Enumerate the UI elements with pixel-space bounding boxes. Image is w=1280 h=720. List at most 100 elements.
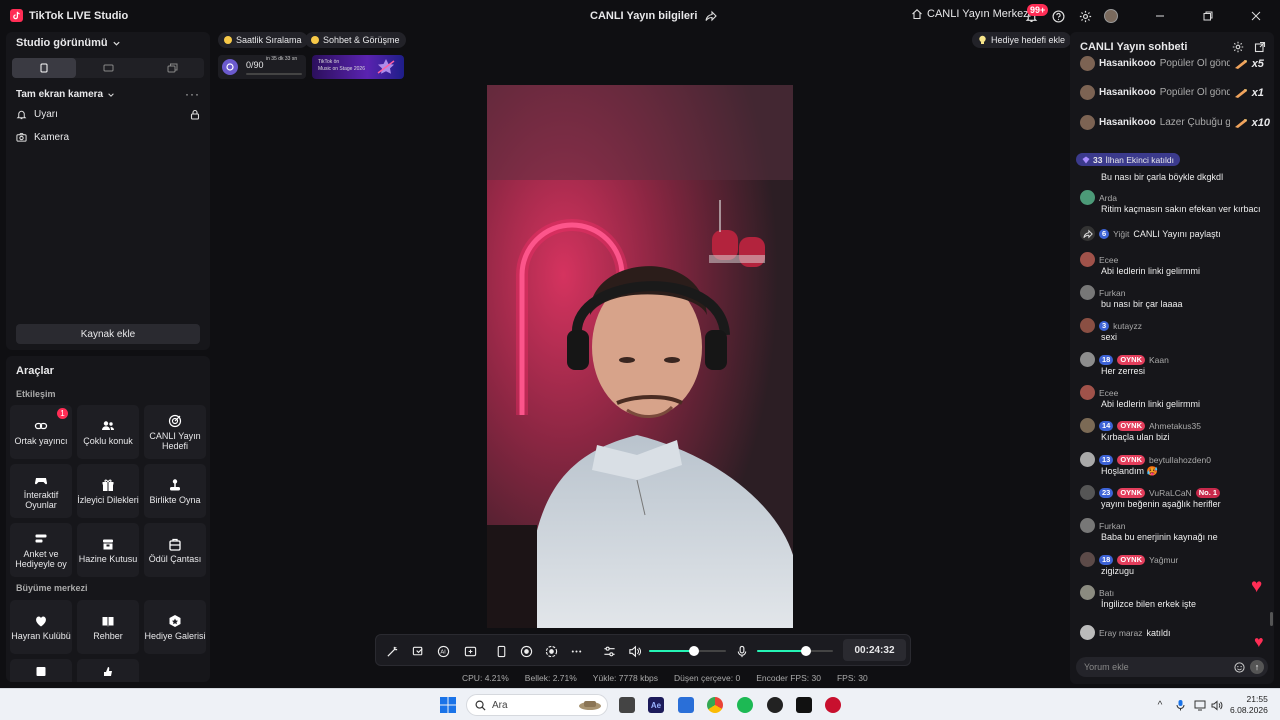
slider-knob[interactable]	[688, 646, 699, 656]
live-center-button[interactable]: CANLI Yayın Merkezi	[911, 8, 1031, 20]
restore-button[interactable]	[1200, 8, 1216, 24]
tiktok-icon[interactable]	[796, 697, 812, 713]
live-info-button[interactable]: CANLI Yayın bilgileri	[590, 10, 718, 22]
source-item-camera[interactable]: Kamera	[16, 132, 200, 143]
settings-gear-icon[interactable]	[1077, 8, 1093, 24]
chat-message[interactable]: Batı İngilizce bilen erkek işte	[1080, 585, 1270, 609]
chat-user: Ecee	[1099, 387, 1119, 398]
tool-guide[interactable]: Rehber	[77, 600, 139, 654]
gift-row[interactable]: HasanikoooPopüler Ol gönde x1	[1080, 85, 1270, 100]
landscape-mode-button[interactable]	[76, 58, 140, 78]
spotify-icon[interactable]	[737, 697, 753, 713]
tool-more-1[interactable]	[10, 659, 72, 682]
portrait-mode-button[interactable]	[12, 58, 76, 78]
emoji-icon[interactable]	[1232, 660, 1246, 674]
popout-icon[interactable]	[1254, 41, 1266, 53]
chat-message[interactable]: 13 OYNK beytullahozden0 Hoşlandım 🥵	[1080, 452, 1270, 476]
gift-goal-button[interactable]: Hediye hedefi ekle	[972, 32, 1072, 48]
profile-avatar[interactable]	[1103, 8, 1119, 24]
source-item-alert[interactable]: Uyarı	[16, 109, 200, 120]
magic-wand-icon[interactable]	[384, 643, 400, 659]
record-icon[interactable]	[518, 643, 534, 659]
add-layer-icon[interactable]	[462, 643, 478, 659]
tool-reward-bag[interactable]: Ödül Çantası	[144, 523, 206, 577]
chat-message[interactable]: Furkan Baba bu enerjinin kaynağı ne	[1080, 518, 1270, 542]
chat-message[interactable]: 18 OYNK Yağmur zigizugu	[1080, 552, 1270, 576]
tool-play-together[interactable]: Birlikte Oyna	[144, 464, 206, 518]
speaker-volume-slider[interactable]	[649, 646, 726, 656]
chat-message[interactable]: Ecee Abi ledlerin linki gelirmmi	[1080, 385, 1270, 409]
send-arrow-icon[interactable]: ↑	[1250, 660, 1264, 674]
outlook-icon[interactable]	[678, 697, 694, 713]
taskbar-clock[interactable]: 21:55 6.08.2026	[1230, 694, 1268, 716]
ai-effect-icon[interactable]: AI	[435, 643, 451, 659]
studio-view-dropdown[interactable]: Studio görünümü	[16, 37, 121, 49]
chrome-icon[interactable]	[707, 697, 723, 713]
tool-gift-gallery[interactable]: Hediye Galerisi	[144, 600, 206, 654]
app-icon-dark[interactable]	[767, 697, 783, 713]
dual-mode-button[interactable]	[140, 58, 204, 78]
tool-fan-club[interactable]: Hayran Kulübü	[10, 600, 72, 654]
minimize-button[interactable]	[1152, 8, 1168, 24]
recording-app-icon[interactable]	[825, 697, 841, 713]
scene-dropdown[interactable]: Tam ekran kamera	[16, 89, 115, 100]
chat-message[interactable]: 23 OYNK VuRaLCaN No. 1 yayını beğenin aşağlı…	[1080, 485, 1270, 509]
filter-icon[interactable]	[410, 643, 426, 659]
slider-knob[interactable]	[801, 646, 812, 656]
more-options-icon[interactable]	[568, 643, 584, 659]
help-icon[interactable]	[1050, 8, 1066, 24]
chevron-up-icon[interactable]: ^	[1153, 698, 1167, 712]
tool-treasure-box[interactable]: Hazine Kutusu	[77, 523, 139, 577]
windows-start-icon[interactable]	[440, 697, 456, 713]
tool-live-goal[interactable]: CANLI Yayın Hedefi	[144, 405, 206, 459]
volume-icon[interactable]	[1210, 698, 1224, 712]
scene-label: Tam ekran kamera	[16, 89, 104, 100]
chat-scrollbar[interactable]	[1270, 612, 1273, 626]
goal-progress-widget[interactable]: 0/90 in 35 dk 33 sn	[218, 55, 306, 79]
file-explorer-icon[interactable]	[619, 697, 635, 713]
more-options-icon[interactable]: ···	[185, 87, 200, 101]
hourly-ranking-pill[interactable]: Saatlik Sıralama	[218, 32, 308, 48]
comment-input[interactable]: Yorum ekle ↑	[1076, 657, 1268, 677]
taskbar-search[interactable]: Ara	[466, 694, 608, 716]
after-effects-icon[interactable]: Ae	[648, 697, 664, 713]
camera-preview[interactable]	[487, 85, 793, 628]
avatar	[1080, 485, 1095, 500]
chat-settings-gear-icon[interactable]	[1232, 41, 1244, 53]
chat-message[interactable]: 18 OYNK Kaan Her zerresi	[1080, 352, 1270, 376]
chat-message[interactable]: Ecee Abi ledlerin linki gelirmmi	[1080, 252, 1270, 276]
speaker-icon[interactable]	[626, 643, 642, 659]
chat-message[interactable]: Eray maraz katıldı	[1080, 625, 1270, 640]
tool-interactive-games[interactable]: İnteraktif Oyunlar	[10, 464, 72, 518]
rocket-gift-icon	[1234, 58, 1248, 70]
microphone-tray-icon[interactable]	[1173, 698, 1187, 712]
chat-message[interactable]: Arda Ritim kaçmasın sakın efekan ver kırb…	[1080, 190, 1270, 214]
chat-message[interactable]: 3 kutayzz sexi	[1080, 318, 1270, 342]
audio-mixer-icon[interactable]	[601, 643, 617, 659]
search-highlight-icon	[577, 698, 603, 712]
tool-viewer-wishes[interactable]: İzleyici Dilekleri	[77, 464, 139, 518]
promo-banner[interactable]: TikTok ön Music on Stage 2026	[312, 55, 404, 79]
chat-message[interactable]: 14 OYNK Ahmetakus35 Kırbaçla ulan bizi	[1080, 418, 1270, 442]
chat-message[interactable]: 6 Yiğit CANLI Yayını paylaştı	[1080, 226, 1270, 241]
chat-text: CANLI Yayını paylaştı	[1133, 228, 1221, 239]
mic-volume-slider[interactable]	[757, 646, 833, 656]
gift-row[interactable]: Hasanikooo Lazer Çubuğu g x10	[1080, 115, 1270, 130]
gift-row[interactable]: HasanikoooPopüler Ol gönde x5	[1080, 56, 1270, 71]
chat-message-list[interactable]: Bu nası bir çarla böykle dkgkdl Arda Ritim…	[1070, 170, 1274, 650]
tool-more-2[interactable]	[77, 659, 139, 682]
screenshot-icon[interactable]	[543, 643, 559, 659]
chat-message[interactable]: Furkan bu nası bir çar laaaa	[1080, 285, 1270, 309]
add-source-button[interactable]: Kaynak ekle	[16, 324, 200, 344]
phone-screen-icon[interactable]	[493, 643, 509, 659]
chat-meet-pill[interactable]: Sohbet & Görüşme	[305, 32, 406, 48]
camera-icon	[16, 132, 27, 143]
link-icon	[34, 419, 48, 433]
microphone-icon[interactable]	[734, 643, 750, 659]
tool-poll[interactable]: Anket ve Hediyeyle oy	[10, 523, 72, 577]
close-button[interactable]	[1248, 8, 1264, 24]
network-icon[interactable]	[1193, 698, 1207, 712]
tool-cohost[interactable]: 1 Ortak yayıncı	[10, 405, 72, 459]
tool-multi-guest[interactable]: Çoklu konuk	[77, 405, 139, 459]
lock-icon[interactable]	[190, 109, 200, 120]
